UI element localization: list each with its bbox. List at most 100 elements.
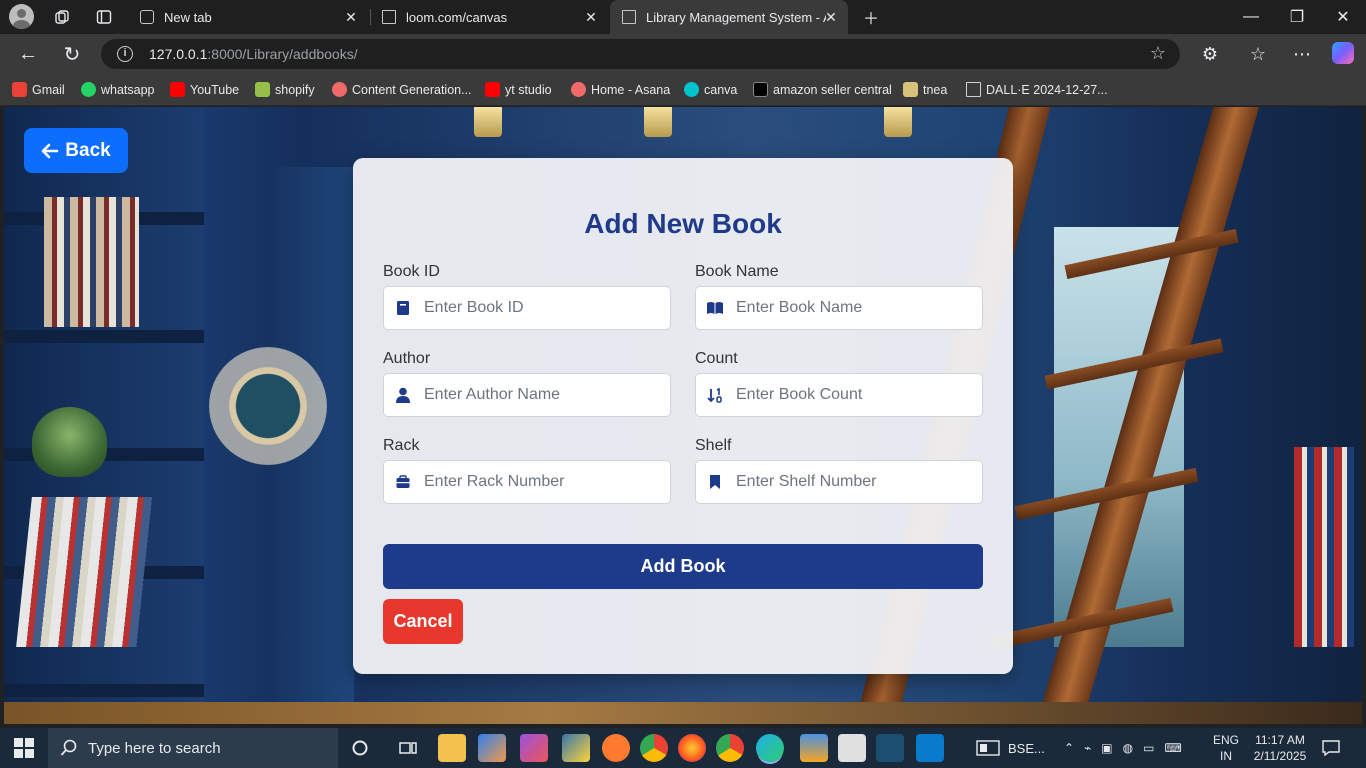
tab-actions-icon[interactable] [96,9,112,25]
bookmark-content-generation[interactable]: Content Generation... [332,82,472,97]
back-arrow-icon[interactable]: ← [14,40,42,68]
count-label: Count [695,350,738,367]
chrome-icon[interactable] [716,734,744,762]
language-indicator[interactable]: ENG IN [1206,732,1246,764]
clock[interactable]: 11:17 AM 2/11/2025 [1250,732,1310,764]
bookmark-gmail[interactable]: Gmail [12,82,65,97]
close-icon[interactable]: ✕ [584,10,598,24]
app-icon[interactable] [838,734,866,762]
asana-icon [332,82,347,97]
windows-start-icon[interactable] [14,738,34,758]
bookmark-amazon[interactable]: amazon seller central [753,82,892,97]
bookmark-youtube[interactable]: YouTube [170,82,239,97]
background-plant [32,407,107,477]
tab-new-tab[interactable]: New tab ✕ [128,0,368,34]
extensions-icon[interactable]: ⚙ [1198,42,1222,66]
info-icon[interactable]: i [117,46,133,62]
tab-strip: New tab ✕ loom.com/canvas ✕ Library Mana… [0,0,1366,34]
refresh-icon[interactable]: ↻ [58,40,86,68]
database-icon[interactable] [876,734,904,762]
rack-field[interactable] [383,460,671,504]
asana-icon [571,82,586,97]
app-icon[interactable] [478,734,506,762]
cancel-button[interactable]: Cancel [383,599,463,644]
keyboard-icon[interactable]: ⌨ [1164,741,1181,755]
shelf-field[interactable] [695,460,983,504]
book-id-field[interactable] [383,286,671,330]
tab-library[interactable]: Library Management System - Ad ✕ [610,0,848,34]
tab-loom[interactable]: loom.com/canvas ✕ [370,0,608,34]
background-books [16,497,152,647]
restore-button[interactable]: ❐ [1274,0,1320,34]
profile-avatar[interactable] [9,4,34,29]
globe-icon[interactable]: ◍ [1123,741,1133,755]
background-books [1294,447,1354,647]
battery-icon[interactable]: ▭ [1143,741,1154,755]
archive-icon [394,473,412,491]
workspaces-icon[interactable] [54,9,70,25]
file-explorer-icon[interactable] [438,734,466,762]
bookmark-whatsapp[interactable]: whatsapp [81,82,155,97]
python-icon[interactable] [562,734,590,762]
address-bar[interactable]: i 127.0.0.1:8000/Library/addbooks/ ☆ [101,39,1180,69]
taskbar-app-label[interactable]: BSE... [976,728,1045,768]
url-text[interactable]: 127.0.0.1:8000/Library/addbooks/ [149,46,358,62]
news-icon [976,740,1000,756]
new-tab-button[interactable]: ＋ [858,0,884,34]
favorites-icon[interactable]: ☆ [1246,42,1270,66]
book-id-input[interactable] [424,299,654,317]
network-icon[interactable]: ⌁ [1084,741,1091,755]
bookmark-canva[interactable]: canva [684,82,737,97]
bookmark-yt-studio[interactable]: yt studio [485,82,552,97]
book-name-input[interactable] [736,299,966,317]
background-lamp [884,107,912,137]
count-field[interactable] [695,373,983,417]
rack-input[interactable] [424,473,654,491]
vscode-icon[interactable] [916,734,944,762]
taskbar-search-placeholder: Type here to search [88,739,221,757]
background-lamp [474,107,502,137]
sort-numeric-icon [706,386,724,404]
firefox-icon[interactable] [678,734,706,762]
author-label: Author [383,350,431,367]
bookmark-shopify[interactable]: shopify [255,82,315,97]
task-view-icon[interactable] [394,734,422,762]
rack-label: Rack [383,437,420,454]
close-icon[interactable]: ✕ [344,10,358,24]
bookmark-home-asana[interactable]: Home - Asana [571,82,670,97]
minimize-button[interactable]: — [1228,0,1274,34]
new-tab-icon [140,10,154,24]
close-icon[interactable]: ✕ [824,10,838,24]
book-name-field[interactable] [695,286,983,330]
taskbar-search[interactable]: Type here to search [48,728,338,768]
shelf-label: Shelf [695,437,732,454]
postman-icon[interactable] [602,734,630,762]
chrome-icon[interactable] [640,734,668,762]
cortana-icon[interactable] [346,734,374,762]
file-icon [966,82,981,97]
copilot-icon[interactable] [1332,42,1354,64]
count-input[interactable] [736,386,966,404]
app-icon[interactable] [800,734,828,762]
camera-icon[interactable]: ▣ [1101,741,1112,755]
shelf-input[interactable] [736,473,966,491]
star-icon[interactable]: ☆ [1150,43,1166,64]
edge-icon[interactable] [756,734,784,762]
page-viewport: Back Add New Book Book ID Book Name Auth… [4,107,1362,724]
search-icon [60,739,77,756]
bookmark-tnea[interactable]: tnea [903,82,947,97]
book-icon [394,299,412,317]
author-input[interactable] [424,386,654,404]
book-id-label: Book ID [383,263,440,280]
add-book-button[interactable]: Add Book [383,544,983,589]
more-menu-icon[interactable]: ⋯ [1290,42,1314,66]
notifications-icon[interactable] [1322,728,1340,768]
back-button[interactable]: Back [24,128,128,173]
author-field[interactable] [383,373,671,417]
bookmark-dalle[interactable]: DALL·E 2024-12-27... [966,82,1108,97]
bookmark-icon [706,473,724,491]
paint-icon[interactable] [520,734,548,762]
tab-title: Library Management System - Ad [646,9,826,25]
chevron-up-icon[interactable]: ⌃ [1064,741,1074,755]
close-window-button[interactable]: ✕ [1320,0,1366,34]
